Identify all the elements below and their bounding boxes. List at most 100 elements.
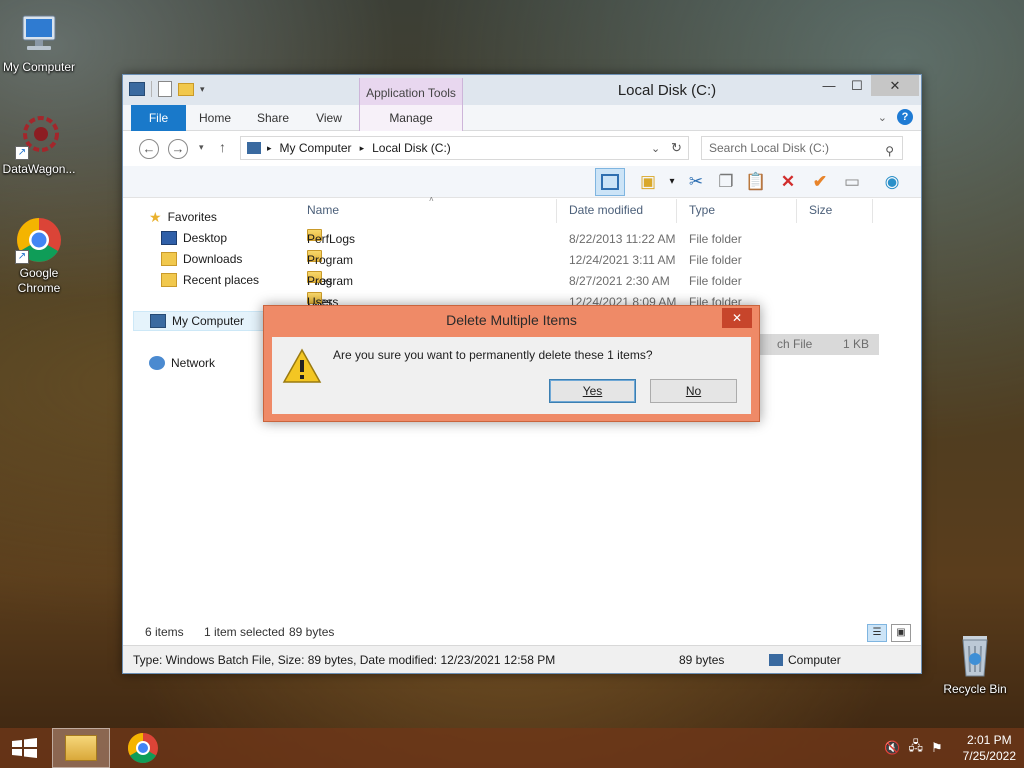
maximize-button[interactable]: ☐ <box>843 75 871 96</box>
search-placeholder: Search Local Disk (C:) <box>709 141 830 155</box>
window-title: Local Disk (C:) <box>617 82 717 99</box>
column-header-date[interactable]: Date modified <box>557 199 677 223</box>
chrome-icon <box>127 733 158 764</box>
tab-home[interactable]: Home <box>193 105 237 131</box>
nav-label: Downloads <box>183 252 243 266</box>
computer-small-icon <box>150 314 166 328</box>
title-bar[interactable]: ▾ Application Tools Local Disk (C:) — ☐ … <box>123 75 921 105</box>
large-icons-view-button[interactable]: ▣ <box>891 624 911 642</box>
status-bar: 6 items 1 item selected 89 bytes ☰ ▣ <box>123 621 921 643</box>
column-header-name[interactable]: Name <box>295 199 557 223</box>
desktop-icon-label: Google Chrome <box>17 266 61 295</box>
forward-button[interactable]: → <box>168 139 188 159</box>
expand-ribbon-icon[interactable]: ⌄ <box>878 111 887 124</box>
clock-date: 7/25/2022 <box>962 749 1016 763</box>
desktop-icon <box>161 231 177 245</box>
row-type: File folder <box>689 232 742 246</box>
address-bar[interactable]: ▸ My Computer ▸ Local Disk (C:) ⌄ ↻ <box>240 136 689 160</box>
no-button[interactable]: No <box>650 379 737 403</box>
network-status-icon[interactable]: 🖧 <box>908 737 923 759</box>
checkmark-icon[interactable]: ✔ <box>807 170 833 194</box>
taskbar-chrome[interactable] <box>116 728 170 768</box>
table-row[interactable]: Program Files 12/24/2021 3:11 AM File fo… <box>295 250 885 288</box>
computer-small-icon <box>769 654 783 666</box>
help-icon[interactable]: ? <box>897 109 913 125</box>
minimize-button[interactable]: — <box>815 75 843 96</box>
copy-icon[interactable]: ❐ <box>713 170 739 194</box>
shell-icon[interactable]: ◉ <box>879 170 905 194</box>
tab-view[interactable]: View <box>309 105 349 131</box>
desktop-icon-label: DataWagon... <box>2 162 76 176</box>
nav-favorites[interactable]: ★ Favorites <box>149 207 217 227</box>
datawagon-icon: ↗ <box>15 112 63 160</box>
desktop-icon-datawagon[interactable]: ↗ DataWagon... <box>0 112 78 177</box>
dialog-close-button[interactable]: ✕ <box>722 308 752 328</box>
nav-downloads[interactable]: Downloads <box>161 249 242 269</box>
recent-locations-icon[interactable]: ▾ <box>199 142 204 153</box>
rename-icon[interactable]: ▭ <box>839 170 865 194</box>
close-button[interactable]: ✕ <box>871 75 919 96</box>
nav-network[interactable]: Network <box>149 353 215 373</box>
cut-icon[interactable]: ✂ <box>683 170 709 194</box>
refresh-icon[interactable]: ↻ <box>671 140 682 156</box>
folder-options-icon[interactable]: ▣ <box>635 170 661 194</box>
clock-time: 2:01 PM <box>966 733 1012 747</box>
details-bar: Type: Windows Batch File, Size: 89 bytes… <box>123 645 921 673</box>
downloads-icon <box>161 252 177 266</box>
volume-muted-icon[interactable]: 🔇 <box>884 740 900 756</box>
address-dropdown-icon[interactable]: ⌄ <box>651 142 660 155</box>
delete-icon[interactable]: ✕ <box>775 170 801 194</box>
system-tray: 🔇 🖧 ⚑ 2:01 PM 7/25/2022 <box>884 728 1016 768</box>
table-row[interactable]: PerfLogs 8/22/2013 11:22 AM File folder <box>295 229 885 250</box>
network-icon <box>149 356 165 370</box>
column-header-size[interactable]: Size <box>797 199 873 223</box>
tab-share[interactable]: Share <box>251 105 295 131</box>
breadcrumb-my-computer[interactable]: My Computer <box>280 141 352 155</box>
nav-desktop[interactable]: Desktop <box>161 228 227 248</box>
clock[interactable]: 2:01 PM 7/25/2022 <box>963 732 1016 764</box>
column-header-type[interactable]: Type <box>677 199 797 223</box>
desktop-icon-label: My Computer <box>2 60 76 74</box>
taskbar: 🔇 🖧 ⚑ 2:01 PM 7/25/2022 <box>0 728 1024 768</box>
row-type: ch File <box>777 337 813 351</box>
search-icon[interactable]: ⚲ <box>885 140 894 162</box>
item-count: 6 items <box>145 625 184 639</box>
desktop-icon-recycle-bin[interactable]: Recycle Bin <box>936 632 1014 697</box>
delete-confirm-dialog: Delete Multiple Items ✕ Are you sure you… <box>263 305 760 422</box>
nav-label: Recent places <box>183 273 260 287</box>
dropdown-icon[interactable]: ▾ <box>659 170 685 194</box>
computer-icon <box>15 10 63 58</box>
dialog-body: Are you sure you want to permanently del… <box>272 337 751 414</box>
tab-manage[interactable]: Manage <box>359 105 463 131</box>
computer-small-icon <box>247 142 261 154</box>
navigation-bar: ← → ▾ ↑ ▸ My Computer ▸ Local Disk (C:) … <box>123 132 921 166</box>
start-button[interactable] <box>0 728 50 768</box>
up-button[interactable]: ↑ <box>219 139 226 155</box>
search-input[interactable]: Search Local Disk (C:) ⚲ <box>701 136 903 160</box>
row-date: 8/27/2021 2:30 AM <box>569 274 670 288</box>
tab-file[interactable]: File <box>131 105 186 131</box>
windows-logo-icon <box>12 738 37 758</box>
row-size: 1 KB <box>842 337 869 351</box>
back-button[interactable]: ← <box>139 139 159 159</box>
details-location: Computer <box>788 653 841 667</box>
yes-button[interactable]: Yes <box>549 379 636 403</box>
action-center-icon[interactable]: ⚑ <box>931 740 943 756</box>
paste-icon[interactable]: 📋 <box>743 170 769 194</box>
details-info: Type: Windows Batch File, Size: 89 bytes… <box>133 653 556 667</box>
breadcrumb-local-disk[interactable]: Local Disk (C:) <box>372 141 451 155</box>
preview-pane-button[interactable] <box>595 168 625 196</box>
nav-recent-places[interactable]: Recent places <box>161 270 259 290</box>
desktop-icon-my-computer[interactable]: My Computer <box>0 10 78 75</box>
taskbar-file-explorer[interactable] <box>52 728 110 768</box>
row-type: File folder <box>689 274 742 288</box>
breadcrumb-chevron-icon[interactable]: ▸ <box>360 143 365 154</box>
row-date: 12/24/2021 3:11 AM <box>569 253 676 267</box>
desktop-icon-chrome[interactable]: ↗ Google Chrome <box>0 216 78 296</box>
shortcut-arrow-icon: ↗ <box>15 146 29 160</box>
details-size: 89 bytes <box>679 653 725 667</box>
details-view-button[interactable]: ☰ <box>867 624 887 642</box>
desktop-icon-label: Recycle Bin <box>943 682 1007 696</box>
breadcrumb-chevron-icon[interactable]: ▸ <box>267 143 272 154</box>
table-row[interactable]: Program Files (x86) 8/27/2021 2:30 AM Fi… <box>295 271 885 330</box>
